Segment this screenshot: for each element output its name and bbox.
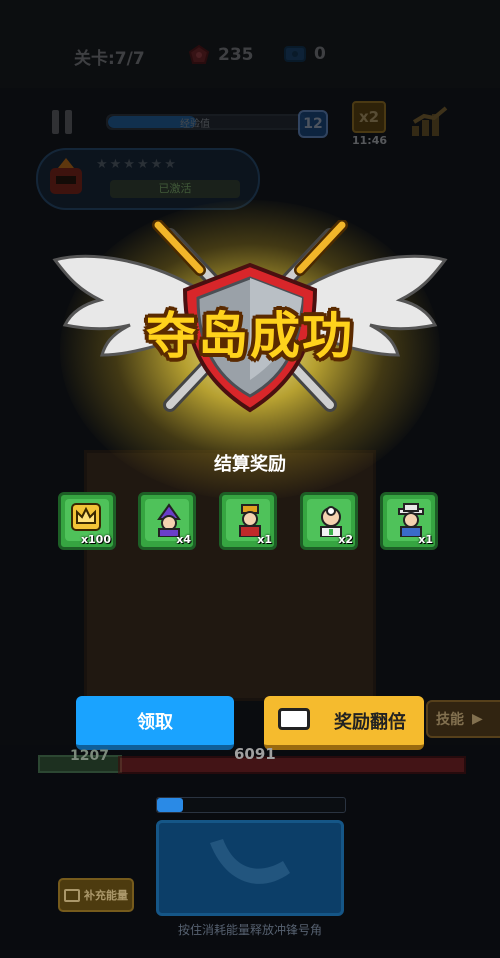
horn-caption: 按住消耗能量释放冲锋号角 (177, 923, 322, 937)
refill-energy-label: 补充能量 (84, 889, 128, 902)
reward-qty: x1 (418, 533, 433, 546)
stats-chart-icon[interactable] (410, 106, 450, 142)
multiplier-timer: 11:46 (352, 134, 388, 147)
claim-button[interactable]: 领取 (76, 696, 234, 750)
gem-counter: 235 (188, 44, 254, 66)
hero-status-badge: 已激活 (110, 180, 240, 198)
victory-title: 夺岛成功 (146, 307, 354, 365)
video-ad-icon (278, 708, 310, 730)
crown-icon (71, 503, 101, 531)
reward-qty: x2 (338, 533, 353, 546)
ticket-count: 0 (314, 44, 326, 64)
reward-item[interactable]: x2 (300, 492, 358, 550)
double-reward-label: 奖励翻倍 (334, 711, 406, 733)
reward-item[interactable]: x1 (219, 492, 277, 550)
skill-button[interactable]: 技能 ▶ (426, 700, 500, 738)
double-reward-button[interactable]: 奖励翻倍 (264, 696, 424, 750)
ticket-icon (284, 46, 306, 62)
player-level-badge: 12 (298, 110, 328, 138)
warrior-card-icon (239, 504, 261, 537)
charge-horn-button[interactable] (156, 820, 344, 916)
multiplier-badge[interactable]: x2 (352, 101, 386, 133)
gem-count: 235 (218, 45, 254, 65)
reward-item[interactable]: x100 (58, 492, 116, 550)
hero-avatar-icon (50, 158, 82, 194)
wizard-card-icon (157, 503, 181, 537)
stage-counter: 关卡:7/7 (74, 44, 145, 69)
player-hp-value: 1207 (70, 748, 109, 764)
reward-qty: x1 (257, 533, 272, 546)
enemy-hp-value: 6091 (234, 745, 276, 763)
stage-label: 关卡:7/7 (74, 49, 145, 69)
reward-qty: x4 (176, 533, 191, 546)
energy-bar-fill (157, 798, 184, 812)
xp-label: 经验值 (180, 119, 210, 130)
reward-item[interactable]: x1 (380, 492, 438, 550)
energy-bar (156, 797, 346, 813)
hero-stars: ★★★★★★ (96, 157, 178, 172)
refill-energy-button[interactable]: 补充能量 (58, 878, 134, 912)
reward-qty: x100 (80, 533, 111, 546)
ticket-counter: 0 (284, 44, 326, 64)
gem-icon (188, 44, 210, 64)
pause-button[interactable] (52, 110, 74, 134)
claim-button-label: 领取 (137, 711, 173, 733)
rewards-heading: 结算奖励 (214, 454, 286, 475)
detective-card-icon (398, 503, 424, 537)
play-arrow-icon: ▶ (472, 711, 483, 727)
doctor-card-icon (320, 506, 342, 537)
skill-button-label: 技能 (436, 712, 464, 728)
video-ad-icon (64, 888, 80, 902)
horn-icon (210, 839, 290, 884)
enemy-hp-bar (118, 756, 466, 774)
reward-item[interactable]: x4 (138, 492, 196, 550)
